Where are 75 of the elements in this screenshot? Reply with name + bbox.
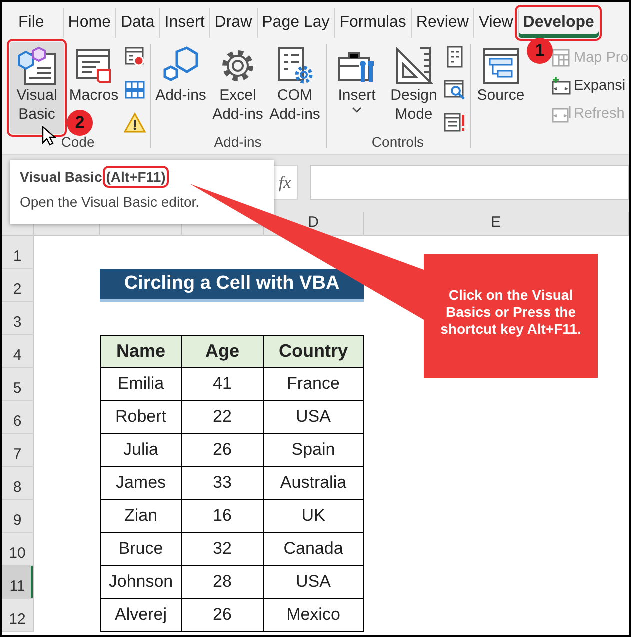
row-header[interactable]: 2 bbox=[2, 269, 34, 302]
table-cell: Emilia bbox=[100, 368, 182, 401]
table-cell: Johnson bbox=[100, 566, 182, 599]
ribbon-button[interactable]: Design Mode bbox=[387, 42, 441, 126]
group-label: Controls bbox=[372, 134, 424, 152]
table-cell: James bbox=[100, 467, 182, 500]
ribbon-button[interactable]: Visual Basic bbox=[10, 42, 64, 134]
ribbon-button[interactable]: Add-ins bbox=[154, 42, 208, 107]
row-header[interactable]: 12 bbox=[2, 599, 34, 632]
warning-icon bbox=[124, 112, 146, 134]
tooltip-title: Visual Basic bbox=[20, 169, 102, 185]
table-cell: Robert bbox=[100, 401, 182, 434]
tooltip-description: Open the Visual Basic editor. bbox=[20, 194, 201, 210]
ribbon-button[interactable]: Macros bbox=[67, 42, 121, 107]
group-label: Code bbox=[61, 134, 95, 152]
column-header[interactable]: E bbox=[364, 212, 629, 236]
table-cell: 22 bbox=[182, 401, 264, 434]
record-macro-icon bbox=[124, 46, 146, 68]
table-cell: Canada bbox=[264, 533, 364, 566]
table-cell: UK bbox=[264, 500, 364, 533]
table-cell: 28 bbox=[182, 566, 264, 599]
row-header[interactable]: 5 bbox=[2, 368, 34, 401]
table-cell: 26 bbox=[182, 599, 264, 632]
row-header[interactable]: 6 bbox=[2, 401, 34, 434]
row-header[interactable]: 10 bbox=[2, 533, 34, 566]
formula-input[interactable] bbox=[310, 165, 629, 200]
row-header[interactable]: 9 bbox=[2, 500, 34, 533]
table-cell: 26 bbox=[182, 434, 264, 467]
table-cell: Alverej bbox=[100, 599, 182, 632]
insert-function-button[interactable]: fx bbox=[272, 165, 298, 200]
ribbon-button[interactable]: Source bbox=[474, 42, 528, 107]
table-header: Country bbox=[264, 335, 364, 368]
table-cell: 32 bbox=[182, 533, 264, 566]
table-header: Name bbox=[100, 335, 182, 368]
ribbon-button[interactable]: COM Add-ins bbox=[268, 42, 322, 126]
table-cell: 41 bbox=[182, 368, 264, 401]
row-header[interactable]: 8 bbox=[2, 467, 34, 500]
run-dialog-icon bbox=[444, 112, 466, 134]
list-gear-icon bbox=[275, 46, 315, 86]
map-properties-icon bbox=[551, 48, 571, 68]
ribbon-tab[interactable]: File bbox=[14, 8, 49, 38]
table-cell: France bbox=[264, 368, 364, 401]
row-header[interactable]: 1 bbox=[2, 236, 34, 269]
source-tree-icon bbox=[481, 46, 521, 86]
table-icon bbox=[124, 79, 146, 101]
ribbon-button[interactable]: Expansi bbox=[551, 76, 629, 96]
macros-icon bbox=[74, 46, 114, 86]
table-cell: 33 bbox=[182, 467, 264, 500]
table-cell: USA bbox=[264, 401, 364, 434]
table-cell: USA bbox=[264, 566, 364, 599]
view-code-icon bbox=[444, 79, 466, 101]
shortcut-text: (Alt+F11) bbox=[106, 169, 166, 185]
group-label: Add-ins bbox=[214, 134, 262, 152]
table-cell: Zian bbox=[100, 500, 182, 533]
table-cell: Julia bbox=[100, 434, 182, 467]
table-cell: Australia bbox=[264, 467, 364, 500]
callout: Click on the Visual Basics or Press the shortcut key Alt+F11. bbox=[424, 254, 598, 378]
expansion-packs-icon bbox=[551, 76, 571, 96]
table-header: Age bbox=[182, 335, 264, 368]
table-cell: Bruce bbox=[100, 533, 182, 566]
refresh-data-icon bbox=[551, 104, 571, 124]
visual-basic-icon bbox=[17, 46, 57, 86]
row-header[interactable]: 11 bbox=[2, 566, 34, 599]
table-cell: 16 bbox=[182, 500, 264, 533]
ribbon-tab[interactable]: Develope bbox=[518, 8, 599, 38]
sheet-title: Circling a Cell with VBA bbox=[100, 269, 364, 302]
row-header[interactable]: 4 bbox=[2, 335, 34, 368]
ribbon-button[interactable]: Excel Add-ins bbox=[211, 42, 265, 126]
row-header[interactable]: 3 bbox=[2, 302, 34, 335]
cursor-icon bbox=[42, 126, 56, 146]
ribbon-button[interactable]: Insert bbox=[330, 42, 384, 115]
row-header[interactable]: 7 bbox=[2, 434, 34, 467]
table-cell: Mexico bbox=[264, 599, 364, 632]
ruler-triangle-icon bbox=[394, 46, 434, 86]
table-cell: Spain bbox=[264, 434, 364, 467]
